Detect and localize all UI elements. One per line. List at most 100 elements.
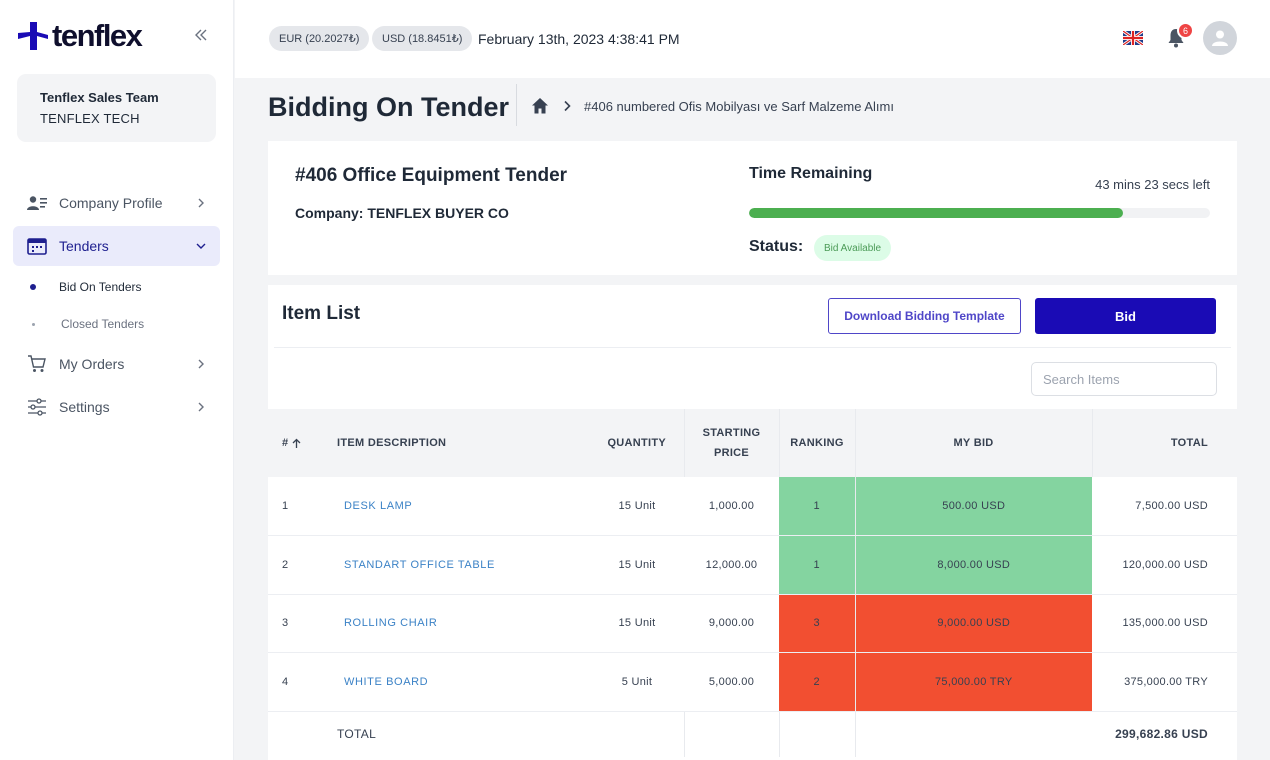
row-ranking: 3: [779, 594, 855, 653]
row-quantity: 5 Unit: [590, 652, 684, 712]
row-starting-price: 12,000.00: [684, 535, 779, 595]
empty-cell: [268, 711, 329, 757]
row-number: 2: [268, 535, 329, 595]
column-header-starting-price: STARTING PRICE: [683, 409, 779, 477]
row-number: 1: [268, 477, 329, 536]
chevron-right-icon: [564, 100, 571, 112]
table-total-row: TOTAL 299,682.86 USD: [268, 711, 1237, 757]
sliders-icon: [26, 396, 48, 418]
sidebar-subitem-bid-on-tenders[interactable]: Bid On Tenders: [30, 280, 142, 294]
row-quantity: 15 Unit: [590, 477, 684, 536]
total-label: TOTAL: [337, 727, 377, 742]
items-table: # ITEM DESCRIPTION QUANTITY STARTING PRIC…: [268, 409, 1237, 757]
sidebar-item-label: My Orders: [59, 356, 125, 372]
sidebar-item-my-orders[interactable]: My Orders: [13, 344, 220, 384]
table-header-row: # ITEM DESCRIPTION QUANTITY STARTING PRIC…: [268, 409, 1237, 477]
logo-text: tenflex: [52, 18, 143, 53]
collapse-sidebar-button[interactable]: [190, 24, 212, 46]
tenflex-logo[interactable]: tenflex: [18, 18, 143, 53]
chevron-right-icon: [198, 198, 204, 208]
sidebar-item-settings[interactable]: Settings: [13, 387, 220, 427]
arrow-up-icon: [292, 438, 301, 448]
row-quantity: 15 Unit: [590, 535, 684, 595]
chevron-right-icon: [198, 359, 204, 369]
column-header-label: #: [282, 437, 289, 449]
bid-button[interactable]: Bid: [1035, 298, 1216, 334]
empty-cell: [683, 711, 779, 757]
sidebar-item-label: Company Profile: [59, 195, 163, 211]
team-name: Tenflex Sales Team: [40, 90, 159, 105]
item-link[interactable]: STANDART OFFICE TABLE: [337, 559, 495, 571]
download-template-button[interactable]: Download Bidding Template: [828, 298, 1021, 334]
uk-flag-icon[interactable]: [1123, 31, 1143, 45]
team-company: TENFLEX TECH: [40, 111, 140, 126]
row-my-bid[interactable]: 8,000.00 USD: [854, 535, 1092, 595]
item-link[interactable]: DESK LAMP: [337, 500, 412, 512]
column-header-ranking: RANKING: [778, 409, 855, 477]
dot-icon: [31, 322, 35, 326]
row-starting-price: 1,000.00: [684, 477, 779, 536]
status-badge: Bid Available: [814, 235, 892, 261]
row-number: 4: [268, 652, 329, 712]
notification-badge: 6: [1177, 22, 1194, 39]
row-total: 135,000.00 USD: [1092, 594, 1237, 653]
row-my-bid[interactable]: 9,000.00 USD: [854, 594, 1092, 653]
avatar[interactable]: [1203, 21, 1237, 55]
sidebar-subitem-label: Closed Tenders: [61, 317, 145, 331]
time-progress-fill: [749, 208, 1124, 218]
item-list-card: Item List Download Bidding Template Bid …: [268, 285, 1237, 760]
sidebar-item-label: Settings: [59, 399, 110, 415]
item-link[interactable]: WHITE BOARD: [337, 676, 428, 688]
divider: [274, 347, 1231, 348]
time-left-text: 43 mins 23 secs left: [1095, 177, 1210, 192]
row-quantity: 15 Unit: [590, 594, 684, 653]
row-ranking: 1: [779, 535, 855, 595]
sidebar-item-company-profile[interactable]: Company Profile: [13, 183, 220, 223]
top-bar: EUR (20.2027₺) USD (18.8451₺) February 1…: [235, 0, 1270, 78]
sidebar-item-label: Tenders: [59, 238, 109, 254]
table-row: 3 ROLLING CHAIR 15 Unit 9,000.00 3 9,000…: [268, 594, 1237, 653]
company-profile-icon: [26, 192, 48, 214]
item-link[interactable]: ROLLING CHAIR: [337, 617, 437, 629]
table-row: 1 DESK LAMP 15 Unit 1,000.00 1 500.00 US…: [268, 477, 1237, 536]
sidebar: tenflex Tenflex Sales Team TENFLEX TECH …: [0, 0, 234, 760]
column-header-label: STARTING: [702, 427, 761, 439]
calendar-icon: [26, 235, 48, 257]
row-total: 7,500.00 USD: [1092, 477, 1237, 536]
column-header-num[interactable]: #: [268, 409, 329, 477]
search-items-input[interactable]: [1031, 362, 1217, 396]
logo-mark-icon: [18, 22, 48, 50]
home-icon[interactable]: [531, 97, 549, 115]
team-card[interactable]: Tenflex Sales Team TENFLEX TECH: [17, 74, 216, 142]
row-starting-price: 5,000.00: [684, 652, 779, 712]
grand-total: 299,682.86 USD: [1115, 727, 1208, 742]
row-total: 120,000.00 USD: [1092, 535, 1237, 595]
tender-company: Company: TENFLEX BUYER CO: [295, 205, 509, 221]
column-header-total: TOTAL: [1091, 409, 1237, 477]
row-number: 3: [268, 594, 329, 653]
sidebar-subitem-label: Bid On Tenders: [59, 280, 142, 294]
row-ranking: 2: [779, 652, 855, 712]
double-chevron-left-icon: [195, 29, 207, 41]
empty-cell: [590, 711, 684, 757]
user-icon: [1212, 30, 1228, 46]
column-header-label: PRICE: [713, 447, 750, 459]
row-my-bid[interactable]: 75,000.00 TRY: [854, 652, 1092, 712]
active-dot-icon: [30, 284, 36, 290]
sidebar-item-tenders[interactable]: Tenders: [13, 226, 220, 266]
item-list-title: Item List: [282, 303, 361, 324]
breadcrumb: #406 numbered Ofis Mobilyası ve Sarf Mal…: [584, 99, 894, 114]
empty-cell: [854, 711, 1092, 757]
tender-info-card: #406 Office Equipment Tender Company: TE…: [268, 141, 1237, 275]
sidebar-subitem-closed-tenders[interactable]: Closed Tenders: [30, 317, 144, 331]
row-total: 375,000.00 TRY: [1092, 652, 1237, 712]
column-header-my-bid: MY BID: [854, 409, 1092, 477]
row-ranking: 1: [779, 477, 855, 536]
usd-rate-pill: USD (18.8451₺): [372, 26, 473, 51]
time-progress-bar: [749, 208, 1210, 218]
chevron-down-icon: [196, 243, 206, 249]
table-row: 2 STANDART OFFICE TABLE 15 Unit 12,000.0…: [268, 535, 1237, 595]
row-my-bid[interactable]: 500.00 USD: [854, 477, 1092, 536]
cart-icon: [26, 353, 48, 375]
column-header-quantity: QUANTITY: [590, 409, 684, 477]
